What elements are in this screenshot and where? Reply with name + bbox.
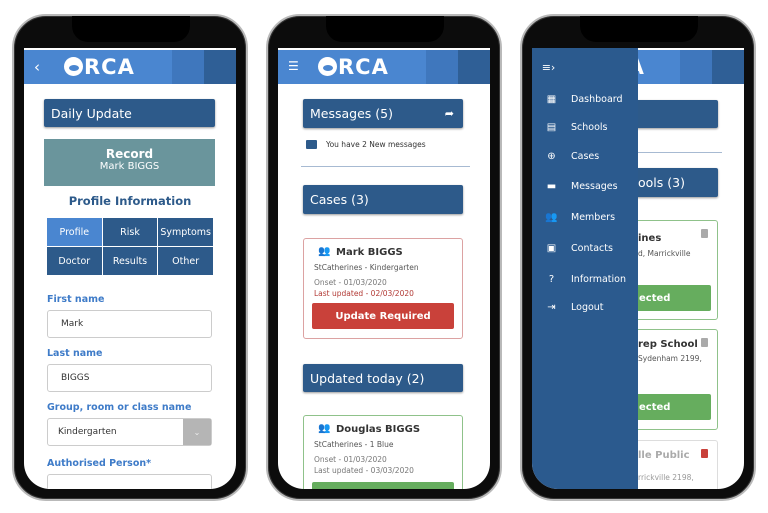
app-header: ☰ RCA [278, 50, 490, 84]
screen: RCA ools (3) ines d, Marrickville ected … [532, 48, 744, 489]
first-name-label: First name [47, 294, 105, 305]
update-required-button[interactable]: Update Required [312, 303, 454, 329]
hamburger-icon[interactable]: ☰ [288, 59, 299, 73]
message-icon: ▬ [546, 180, 557, 192]
record-name: Mark BIGGS [99, 161, 160, 172]
menu-item-cases[interactable]: ⊕ Cases [532, 145, 638, 167]
share-arrow-icon[interactable]: ➦ [445, 107, 454, 120]
people-icon: 👥 [318, 423, 331, 434]
phone-daily-update: ‹ RCA Daily Update Record Mark BIGGS Pro… [12, 14, 248, 501]
plus-circle-icon: ⊕ [547, 150, 556, 162]
menu-label: Dashboard [571, 93, 623, 105]
page-title: Daily Update [44, 99, 215, 127]
tab-results[interactable]: Results [102, 247, 158, 275]
contact-card-icon: ▣ [546, 242, 557, 254]
schools-title-text: ools (3) [638, 175, 685, 190]
logo: RCA [318, 55, 389, 79]
notch [326, 16, 444, 42]
cases-title: Cases (3) [303, 185, 463, 214]
menu-label: Logout [571, 301, 604, 313]
last-name-label: Last name [47, 348, 103, 359]
phone-dashboard: ☰ RCA Messages (5) ➦ You have 2 New mess… [266, 14, 502, 501]
school-address: rrickville 2198, [638, 473, 694, 482]
menu-label: Schools [571, 121, 608, 133]
case-onset: Onset - 01/03/2020 [314, 278, 387, 287]
menu-item-members[interactable]: 👥 Members [532, 206, 638, 228]
case-name: Mark BIGGS [336, 247, 403, 258]
notch [580, 16, 698, 42]
dashboard-icon: ▦ [546, 93, 557, 105]
case-card[interactable]: 👥 Douglas BIGGS StCatherines - 1 Blue On… [303, 415, 463, 489]
menu-label: Cases [571, 150, 600, 162]
case-updated: Last updated - 03/03/2020 [314, 466, 414, 475]
case-updated: Last updated - 02/03/2020 [314, 289, 414, 298]
school-name: rep School [638, 339, 698, 350]
menu-item-dashboard[interactable]: ▦ Dashboard [532, 88, 638, 110]
tab-other[interactable]: Other [158, 247, 213, 275]
messages-header[interactable]: Messages (5) ➦ [303, 99, 463, 128]
menu-item-logout[interactable]: ⇥ Logout [532, 296, 638, 318]
authorised-input[interactable] [47, 474, 212, 489]
menu-label: Contacts [571, 242, 613, 254]
app-header: ‹ RCA [24, 50, 236, 84]
last-name-input[interactable]: BIGGS [47, 364, 212, 392]
messages-title: Messages (5) [310, 106, 393, 121]
building-icon: ▤ [546, 121, 557, 133]
trash-icon[interactable] [701, 229, 708, 238]
people-icon: 👥 [318, 246, 331, 257]
help-icon: ? [548, 273, 555, 285]
people-icon: 👥 [545, 211, 558, 223]
menu-item-messages[interactable]: ▬ Messages [532, 175, 638, 197]
tab-risk[interactable]: Risk [102, 218, 158, 246]
menu-item-schools[interactable]: ▤ Schools [532, 116, 638, 138]
trash-icon[interactable] [701, 338, 708, 347]
profile-tabs: Profile Risk Symptoms Doctor Results Oth… [47, 218, 213, 275]
group-value: Kindergarten [58, 427, 117, 437]
group-label: Group, room or class name [47, 402, 192, 413]
divider [301, 166, 470, 167]
authorised-label: Authorised Person* [47, 458, 152, 469]
menu-item-information[interactable]: ? Information [532, 268, 638, 290]
school-name: ines [638, 233, 662, 244]
group-select[interactable]: Kindergarten ⌄ [47, 418, 212, 446]
notch [72, 16, 190, 42]
case-group: StCatherines - 1 Blue [314, 440, 394, 449]
tab-profile[interactable]: Profile [47, 218, 102, 246]
updated-today-title: Updated today (2) [303, 364, 463, 392]
case-card[interactable]: 👥 Mark BIGGS StCatherines - Kindergarten… [303, 238, 463, 339]
logo: RCA [64, 55, 135, 79]
screen: ☰ RCA Messages (5) ➦ You have 2 New mess… [278, 48, 490, 489]
school-address: Sydenham 2199, [638, 354, 702, 363]
menu-label: Information [571, 273, 626, 285]
first-name-input[interactable]: Mark [47, 310, 212, 338]
menu-label: Messages [571, 180, 618, 192]
school-address: d, Marrickville [638, 249, 691, 258]
record-title: Record [105, 147, 154, 161]
phone-menu: RCA ools (3) ines d, Marrickville ected … [520, 14, 756, 501]
close-menu-icon[interactable]: ≡› [532, 50, 565, 84]
school-name: lle Public [638, 450, 690, 461]
side-menu: ≡› ▦ Dashboard ▤ Schools ⊕ Cases ▬ Messages … [532, 48, 638, 489]
menu-label: Members [571, 211, 616, 223]
message-icon [306, 140, 317, 149]
status-button[interactable] [312, 482, 454, 489]
screen: ‹ RCA Daily Update Record Mark BIGGS Pro… [24, 48, 236, 489]
tab-doctor[interactable]: Doctor [47, 247, 102, 275]
logout-icon: ⇥ [547, 301, 556, 313]
case-name: Douglas BIGGS [336, 424, 421, 435]
chevron-left-icon[interactable]: ‹ [34, 58, 40, 76]
case-onset: Onset - 01/03/2020 [314, 455, 387, 464]
trash-icon[interactable] [701, 449, 708, 458]
case-group: StCatherines - Kindergarten [314, 263, 419, 272]
tab-symptoms[interactable]: Symptoms [158, 218, 213, 246]
section-title: Profile Information [68, 194, 192, 208]
messages-note[interactable]: You have 2 New messages [326, 140, 426, 149]
chevron-down-icon[interactable]: ⌄ [183, 419, 211, 445]
menu-item-contacts[interactable]: ▣ Contacts [532, 237, 638, 259]
record-card: Record Mark BIGGS [44, 139, 215, 186]
